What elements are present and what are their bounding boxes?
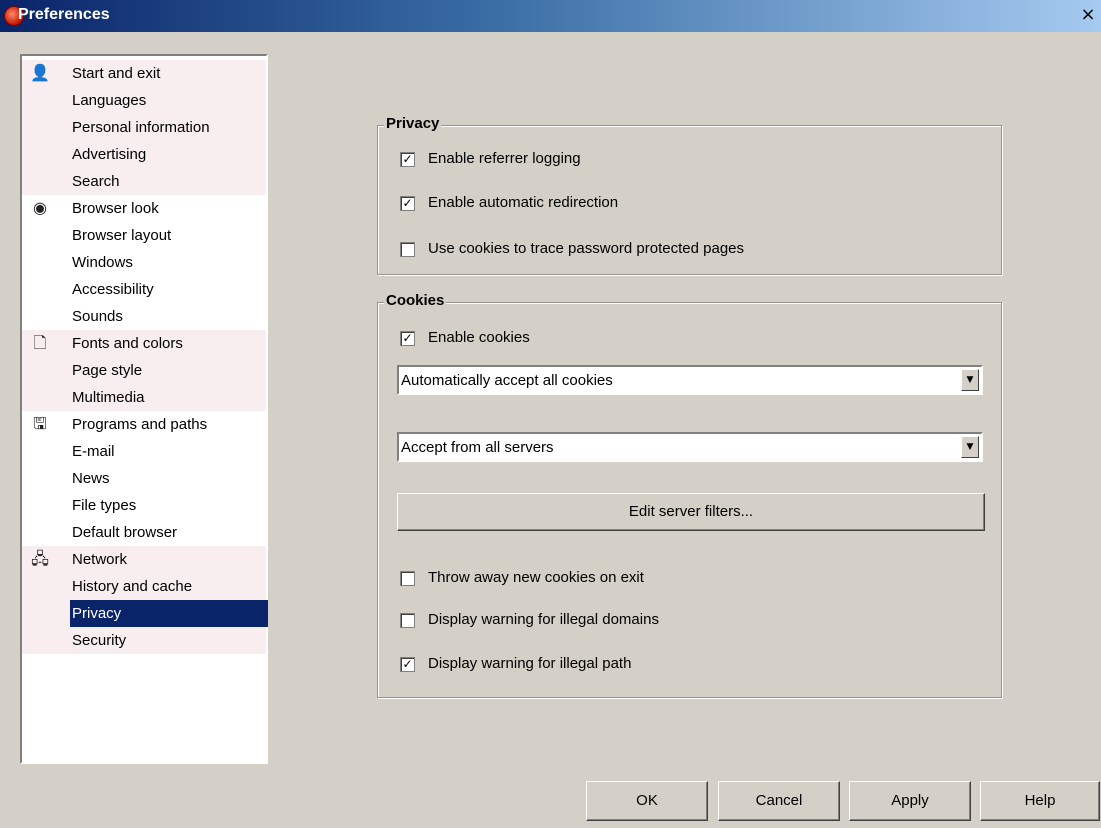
sidebar-item-languages[interactable]: Languages <box>22 87 266 114</box>
preferences-category-list[interactable]: 👤 Start and exit Languages Personal informa… <box>20 54 268 764</box>
ok-button[interactable]: OK <box>586 781 708 821</box>
sidebar-item-label: Advertising <box>72 146 147 163</box>
cancel-button[interactable]: Cancel <box>718 781 840 821</box>
sidebar-item-label: Accessibility <box>72 281 154 298</box>
warn-illegal-path-checkbox[interactable]: ✓ Display warning for illegal path <box>400 655 800 675</box>
eye-icon: ◉ <box>33 200 47 217</box>
sidebar-item-multimedia[interactable]: Multimedia <box>22 384 266 411</box>
sidebar-item-label: Security <box>72 632 127 649</box>
throw-away-cookies-checkbox[interactable]: Throw away new cookies on exit <box>400 569 800 589</box>
sidebar-item-windows[interactable]: Windows <box>22 249 266 276</box>
sidebar-item-file-types[interactable]: File types <box>22 492 266 519</box>
checkbox-box[interactable]: ✓ <box>400 331 415 346</box>
button-label: Help <box>1024 792 1056 809</box>
sidebar-item-e-mail[interactable]: E-mail <box>22 438 266 465</box>
sidebar-item-label: Page style <box>72 362 143 379</box>
sidebar-item-page-style[interactable]: Page style <box>22 357 266 384</box>
sidebar-item-label: Personal information <box>72 119 210 136</box>
person-icon: 👤 <box>30 65 50 82</box>
sidebar-item-label: News <box>72 470 110 487</box>
cookie-acceptance-dropdown[interactable]: Automatically accept all cookies ▼ <box>397 365 983 395</box>
sidebar-item-label: Privacy <box>70 600 268 627</box>
network-icon: 🖧 <box>31 551 49 568</box>
window-title: Preferences <box>18 6 110 23</box>
enable-referrer-logging-checkbox[interactable]: ✓ Enable referrer logging <box>400 150 900 170</box>
sidebar-item-browser-look[interactable]: ◉ Browser look <box>22 195 266 222</box>
title-bar[interactable]: Preferences × <box>0 0 1101 32</box>
sidebar-item-fonts-and-colors[interactable]: 🗋 Fonts and colors <box>22 330 266 357</box>
cookies-group-title: Cookies <box>384 292 447 309</box>
sidebar-item-security[interactable]: Security <box>22 627 266 654</box>
sidebar-item-label: Search <box>72 173 120 190</box>
sidebar-item-label: Browser look <box>72 200 159 217</box>
dropdown-arrow-icon[interactable]: ▼ <box>961 436 979 458</box>
sidebar-item-search[interactable]: Search <box>22 168 266 195</box>
checkbox-label: Use cookies to trace password protected … <box>428 240 745 257</box>
close-button[interactable]: × <box>1079 6 1097 24</box>
sidebar-item-privacy[interactable]: Privacy <box>22 600 268 627</box>
sidebar-item-news[interactable]: News <box>22 465 266 492</box>
enable-automatic-redirection-checkbox[interactable]: ✓ Enable automatic redirection <box>400 194 900 214</box>
checkbox-label: Enable cookies <box>428 329 530 346</box>
checkbox-box[interactable]: ✓ <box>400 196 415 211</box>
checkbox-label: Enable automatic redirection <box>428 194 619 211</box>
checkbox-label: Throw away new cookies on exit <box>428 569 644 586</box>
sidebar-item-label: Multimedia <box>72 389 145 406</box>
warn-illegal-domains-checkbox[interactable]: Display warning for illegal domains <box>400 611 800 631</box>
sidebar-item-programs-and-paths[interactable]: 🖫 Programs and paths <box>22 411 266 438</box>
category-list-items: 👤 Start and exit Languages Personal informa… <box>22 60 268 654</box>
sidebar-item-personal-information[interactable]: Personal information <box>22 114 266 141</box>
help-button[interactable]: Help <box>980 781 1100 821</box>
apply-button[interactable]: Apply <box>849 781 971 821</box>
button-label: Apply <box>891 792 929 809</box>
checkbox-box[interactable] <box>400 613 415 628</box>
edit-server-filters-button[interactable]: Edit server filters... <box>397 493 985 531</box>
sidebar-item-label: Browser layout <box>72 227 172 244</box>
sidebar-item-start-and-exit[interactable]: 👤 Start and exit <box>22 60 266 87</box>
privacy-group-title: Privacy <box>384 115 442 132</box>
dropdown-selected-value: Automatically accept all cookies <box>401 372 613 389</box>
privacy-group: Privacy ✓ Enable referrer logging ✓ Enab… <box>377 115 1002 275</box>
sidebar-item-label: History and cache <box>72 578 193 595</box>
page-icon: 🗋 <box>33 335 47 352</box>
sidebar-item-advertising[interactable]: Advertising <box>22 141 266 168</box>
sidebar-item-accessibility[interactable]: Accessibility <box>22 276 266 303</box>
checkbox-label: Display warning for illegal domains <box>428 611 659 628</box>
dropdown-selected-value: Accept from all servers <box>401 439 554 456</box>
sidebar-item-label: Start and exit <box>72 65 161 82</box>
button-label: Cancel <box>755 792 803 809</box>
checkbox-label: Display warning for illegal path <box>428 655 632 672</box>
sidebar-item-label: Default browser <box>72 524 178 541</box>
checkbox-box[interactable]: ✓ <box>400 152 415 167</box>
sidebar-item-label: Network <box>72 551 128 568</box>
button-label: Edit server filters... <box>628 503 754 520</box>
sidebar-item-label: File types <box>72 497 137 514</box>
sidebar-item-default-browser[interactable]: Default browser <box>22 519 266 546</box>
sidebar-item-label: Fonts and colors <box>72 335 183 352</box>
server-acceptance-dropdown[interactable]: Accept from all servers ▼ <box>397 432 983 462</box>
use-cookies-trace-password-pages-checkbox[interactable]: Use cookies to trace password protected … <box>400 240 960 260</box>
checkbox-box[interactable] <box>400 571 415 586</box>
dropdown-arrow-icon[interactable]: ▼ <box>961 369 979 391</box>
enable-cookies-checkbox[interactable]: ✓ Enable cookies <box>400 329 800 349</box>
checkbox-box[interactable] <box>400 242 415 257</box>
sidebar-item-label: E-mail <box>72 443 115 460</box>
button-label: OK <box>636 792 658 809</box>
sidebar-item-label: Languages <box>72 92 147 109</box>
checkbox-box[interactable]: ✓ <box>400 657 415 672</box>
sidebar-item-label: Windows <box>72 254 133 271</box>
floppy-disk-icon: 🖫 <box>33 416 47 433</box>
sidebar-item-browser-layout[interactable]: Browser layout <box>22 222 266 249</box>
sidebar-item-history-and-cache[interactable]: History and cache <box>22 573 266 600</box>
sidebar-item-sounds[interactable]: Sounds <box>22 303 266 330</box>
sidebar-item-network[interactable]: 🖧 Network <box>22 546 266 573</box>
checkbox-label: Enable referrer logging <box>428 150 581 167</box>
cookies-group: Cookies ✓ Enable cookies Automatically a… <box>377 292 1002 698</box>
sidebar-item-label: Sounds <box>72 308 123 325</box>
sidebar-item-label: Programs and paths <box>72 416 208 433</box>
